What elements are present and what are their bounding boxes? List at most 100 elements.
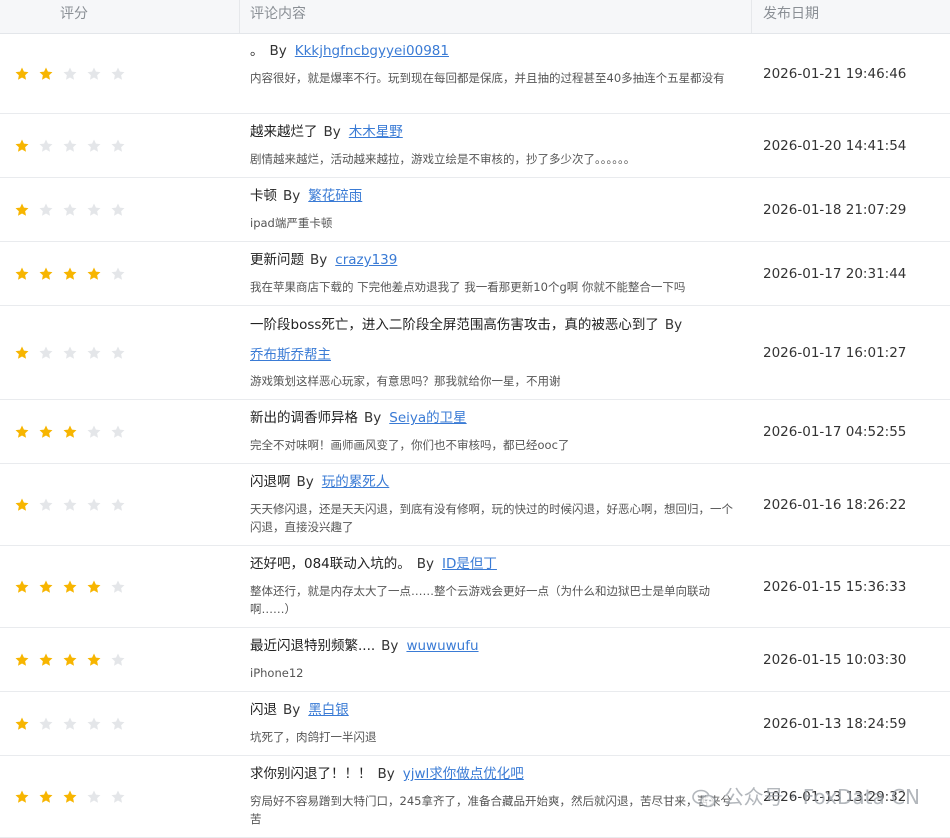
star-rating — [14, 202, 134, 218]
star-empty-icon — [110, 345, 126, 361]
star-empty-icon — [86, 138, 102, 154]
by-label: By — [381, 638, 399, 654]
by-label: By — [269, 43, 287, 59]
by-label: By — [283, 702, 301, 718]
review-row: 卡顿 By 繁花碎雨 ipad端严重卡顿 2026-01-18 21:07:29 — [0, 178, 950, 242]
star-empty-icon — [38, 345, 54, 361]
review-title: 卡顿 — [250, 188, 277, 204]
review-date: 2026-01-17 16:01:27 — [763, 345, 907, 361]
star-empty-icon — [110, 424, 126, 440]
star-rating — [14, 266, 134, 282]
star-filled-icon — [62, 424, 78, 440]
review-date: 2026-01-21 19:46:46 — [763, 66, 907, 82]
star-empty-icon — [86, 345, 102, 361]
star-filled-icon — [38, 579, 54, 595]
star-filled-icon — [38, 789, 54, 805]
by-label: By — [664, 317, 683, 333]
star-filled-icon — [14, 716, 30, 732]
star-rating — [14, 66, 134, 82]
author-link[interactable]: 黑白银 — [308, 702, 349, 718]
review-title: 还好吧，084联动入坑的。 — [250, 556, 411, 572]
star-filled-icon — [86, 579, 102, 595]
star-empty-icon — [110, 202, 126, 218]
table-header: 评分 评论内容 发布日期 — [0, 0, 950, 34]
by-label: By — [283, 188, 301, 204]
review-body: 整体还行，就是内存太大了一点……整个云游戏会更好一点（为什么和边狱巴士是单向联动… — [250, 584, 710, 616]
review-title-line: 闪退 By 黑白银 — [250, 700, 740, 720]
star-filled-icon — [14, 202, 30, 218]
star-filled-icon — [14, 66, 30, 82]
star-empty-icon — [110, 138, 126, 154]
star-filled-icon — [14, 345, 30, 361]
star-rating — [14, 497, 134, 513]
review-date: 2026-01-15 15:36:33 — [763, 579, 907, 595]
star-rating — [14, 138, 134, 154]
author-link[interactable]: crazy139 — [335, 252, 397, 268]
star-empty-icon — [86, 202, 102, 218]
author-link[interactable]: wuwuwufu — [406, 638, 478, 654]
star-rating — [14, 652, 134, 668]
star-filled-icon — [14, 789, 30, 805]
star-empty-icon — [62, 138, 78, 154]
header-content: 评论内容 — [250, 6, 306, 22]
review-title-line: 更新问题 By crazy139 — [250, 250, 740, 270]
star-empty-icon — [110, 652, 126, 668]
by-label: By — [364, 410, 382, 426]
review-title-line: 还好吧，084联动入坑的。 By ID是但丁 — [250, 554, 740, 574]
review-date: 2026-01-18 21:07:29 — [763, 202, 907, 218]
author-link[interactable]: 繁花碎雨 — [308, 188, 362, 204]
author-link[interactable]: 乔布斯乔帮主 — [250, 347, 331, 363]
review-date: 2026-01-15 10:03:30 — [763, 652, 907, 668]
header-divider — [239, 0, 240, 33]
header-date: 发布日期 — [763, 6, 819, 22]
review-title: 新出的调香师异格 — [250, 410, 358, 426]
review-date: 2026-01-17 20:31:44 — [763, 266, 907, 282]
author-link[interactable]: yjwl求你做点优化吧 — [403, 766, 524, 782]
star-filled-icon — [14, 652, 30, 668]
review-title: 闪退 — [250, 702, 277, 718]
by-label: By — [416, 556, 435, 572]
review-body: 游戏策划这样恶心玩家，有意思吗？那我就给你一星，不用谢 — [250, 374, 561, 388]
review-title-line: 求你别闪退了！！！ By yjwl求你做点优化吧 — [250, 764, 740, 784]
review-row: 还好吧，084联动入坑的。 By ID是但丁整体还行，就是内存太大了一点……整个云游… — [0, 546, 950, 628]
author-link[interactable]: 玩的累死人 — [322, 474, 390, 490]
star-filled-icon — [38, 66, 54, 82]
author-link[interactable]: ID是但丁 — [442, 556, 497, 572]
star-filled-icon — [62, 652, 78, 668]
by-label: By — [310, 252, 328, 268]
star-empty-icon — [38, 497, 54, 513]
star-filled-icon — [62, 579, 78, 595]
author-link[interactable]: Kkkjhgfncbgyyei00981 — [295, 43, 449, 59]
star-filled-icon — [14, 579, 30, 595]
star-filled-icon — [62, 789, 78, 805]
star-filled-icon — [86, 652, 102, 668]
review-date: 2026-01-13 18:24:59 — [763, 716, 907, 732]
star-empty-icon — [38, 138, 54, 154]
review-row: 一阶段boss死亡，进入二阶段全屏范围高伤害攻击，真的被恶心到了 By 乔布斯乔帮主… — [0, 306, 950, 400]
review-title: 闪退啊 — [250, 474, 291, 490]
star-rating — [14, 579, 134, 595]
author-link[interactable]: 木木星野 — [349, 124, 403, 140]
by-label: By — [377, 766, 395, 782]
review-body: ipad端严重卡顿 — [250, 216, 333, 230]
author-link[interactable]: Seiya的卫星 — [389, 410, 466, 426]
watermark-text: 公众号 · FoxData CN — [723, 785, 920, 809]
review-row: 最近闪退特别频繁.... By wuwuwufu iPhone12 2026-01-15… — [0, 628, 950, 692]
star-rating — [14, 716, 134, 732]
star-empty-icon — [62, 716, 78, 732]
review-row: 新出的调香师异格 By Seiya的卫星完全不对味啊！画师画风变了，你们也不审核吗，… — [0, 400, 950, 464]
star-empty-icon — [110, 789, 126, 805]
wechat-icon — [691, 789, 716, 809]
review-title: 。 — [250, 43, 264, 59]
star-empty-icon — [62, 66, 78, 82]
review-date: 2026-01-20 14:41:54 — [763, 138, 907, 154]
review-body: 完全不对味啊！画师画风变了，你们也不审核吗，都已经ooc了 — [250, 438, 570, 452]
review-date: 2026-01-16 18:26:22 — [763, 497, 907, 513]
star-empty-icon — [38, 202, 54, 218]
review-body: 我在苹果商店下载的 下完他差点劝退我了 我一看那更新10个g啊 你就不能整合一下… — [250, 280, 686, 294]
star-empty-icon — [110, 66, 126, 82]
review-body: 剧情越来越烂，活动越来越拉，游戏立绘是不审核的，抄了多少次了。。。。。。 — [250, 152, 636, 166]
review-title: 更新问题 — [250, 252, 304, 268]
review-title-line: 新出的调香师异格 By Seiya的卫星 — [250, 408, 740, 428]
review-body: 坑死了，肉鸽打一半闪退 — [250, 730, 377, 744]
